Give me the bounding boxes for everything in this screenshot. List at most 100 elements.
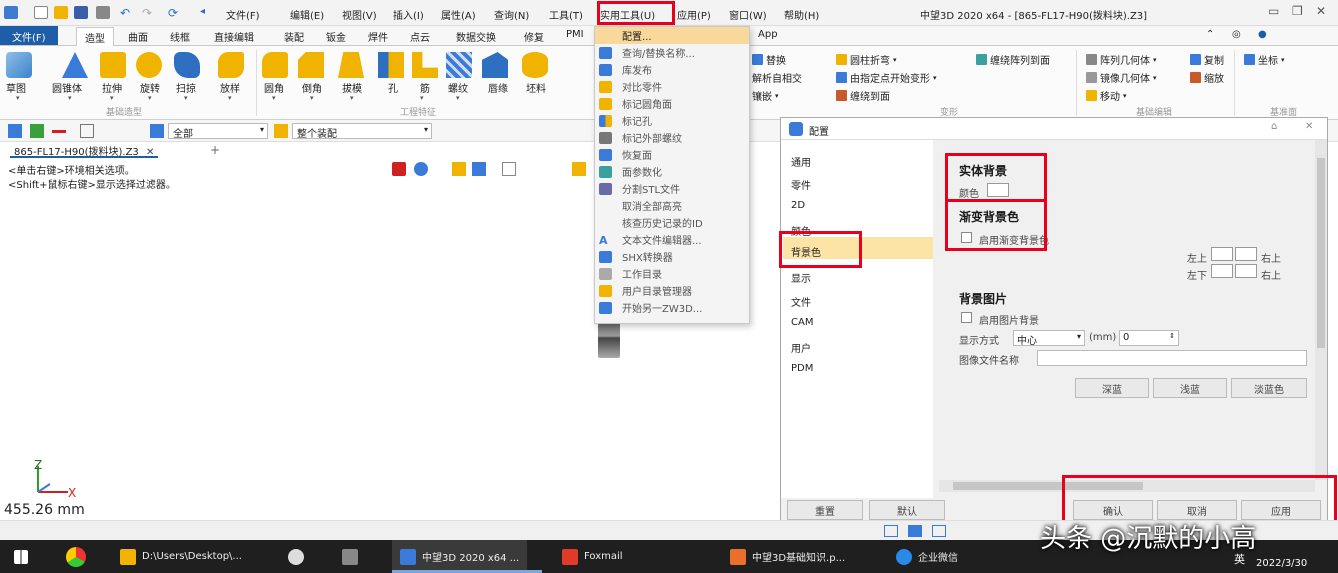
tool-lip[interactable]: 唇缘 [488,80,508,95]
fillet-icon[interactable] [262,52,288,78]
help-icon[interactable]: ● [1258,29,1267,40]
preset-dark-blue-button[interactable]: 深蓝 [1075,378,1149,398]
save-icon[interactable] [74,6,88,19]
document-tab[interactable]: 865-FL17-H90(拨料块).Z3 ✕ [10,142,159,158]
clock-date[interactable]: 2022/3/30 [1256,558,1307,569]
taskbar-ppt[interactable]: 中望3D基础知识.p... [730,540,845,573]
taskbar-wecom[interactable]: 企业微信 [896,540,958,573]
nav-cam[interactable]: CAM [791,317,813,328]
tab-repair[interactable]: 修复 [524,29,544,44]
tool-thread[interactable]: 螺纹 [448,80,468,95]
assembly-icon[interactable] [274,124,288,138]
top-left-swatch[interactable] [1211,247,1233,261]
menu-apps[interactable]: 应用(P) [677,7,711,22]
tab-app[interactable]: App [758,29,778,40]
tab-sheetmetal[interactable]: 钣金 [326,29,346,44]
revolve-icon[interactable] [136,52,162,78]
nav-file[interactable]: 文件 [791,294,811,309]
tool-wrap-pattern-to-face[interactable]: 缠绕阵列到面 [976,52,1050,67]
tool-mirror-geometry[interactable]: 镜像几何体 ▾ [1086,70,1157,85]
taskbar-zw3d[interactable]: 中望3D 2020 x64 ... [392,540,528,573]
nav-display[interactable]: 显示 [791,270,811,285]
menu-item-query-replace-name[interactable]: 查询/替换名称... [595,44,749,61]
tab-assembly[interactable]: 装配 [284,29,304,44]
new-tab-button[interactable]: + [210,143,220,157]
tool-draft[interactable]: 拔模 [342,80,362,95]
menu-item-clear-highlight[interactable]: 取消全部高亮 [595,197,749,214]
tool-sweep[interactable]: 扫掠 [176,80,196,95]
nav-2d[interactable]: 2D [791,200,805,211]
wire-view-icon[interactable] [502,162,516,176]
taskbar-foxmail[interactable]: Foxmail [562,540,623,573]
dialog-pin-icon[interactable]: ⌂ [1271,121,1277,132]
redo-icon[interactable]: ↷ [142,6,156,20]
chamfer-icon[interactable] [298,52,324,78]
tool-pattern-geometry[interactable]: 阵列几何体 ▾ [1086,52,1157,67]
menu-item-mark-external-thread[interactable]: 标记外部螺纹 [595,129,749,146]
rib-icon[interactable] [412,52,438,78]
menu-view[interactable]: 视图(V) [342,7,377,22]
tool-rib[interactable]: 筋 [420,80,430,95]
customize-icon[interactable]: ◂ [200,6,214,19]
menu-help[interactable]: 帮助(H) [784,7,819,22]
menu-item-mark-fillet-faces[interactable]: 标记圆角面 [595,95,749,112]
stock-icon[interactable] [522,52,548,78]
menu-item-text-editor[interactable]: A 文本文件编辑器... [595,231,749,248]
menu-item-start-another-zw3d[interactable]: 开始另一ZW3D... [595,299,749,316]
tool-move[interactable]: 移动 ▾ [1086,88,1127,103]
taskbar-calculator[interactable] [342,540,364,573]
status-icon-2[interactable] [908,525,922,537]
preset-light-blue-button[interactable]: 浅蓝 [1153,378,1227,398]
top-right-swatch[interactable] [1235,247,1257,261]
taskbar-explorer[interactable]: D:\Users\Desktop\... [120,540,242,573]
tool-replace[interactable]: 替换 [752,52,786,67]
nav-pdm[interactable]: PDM [791,363,813,374]
tool-stock[interactable]: 坯料 [526,80,546,95]
nav-part[interactable]: 零件 [791,177,811,192]
thread-icon[interactable] [446,52,472,78]
scope-select[interactable]: 整个装配 ▾ [292,123,432,140]
vertical-scroll-thumb[interactable] [1317,158,1325,348]
menu-attribute[interactable]: 属性(A) [441,7,476,22]
menu-item-shx-converter[interactable]: SHX转换器 [595,248,749,265]
dialog-close-icon[interactable]: ✕ [1305,121,1313,132]
open-folder-icon[interactable] [54,6,68,19]
tool-deform-from-point[interactable]: 由指定点开始变形 ▾ [836,70,937,85]
print-icon[interactable] [96,6,110,19]
tool-revolve[interactable]: 旋转 [140,80,160,95]
menu-tools[interactable]: 工具(T) [549,7,583,22]
tool-copy[interactable]: 复制 [1190,52,1224,67]
cube-view-icon[interactable] [472,162,486,176]
hole-icon[interactable] [378,52,404,78]
tab-modeling[interactable]: 造型 [76,27,114,46]
tab-data-exchange[interactable]: 数据交换 [456,29,496,44]
menu-item-check-history-id[interactable]: 核查历史记录的ID [595,214,749,231]
tool-loft[interactable]: 放样 [220,80,240,95]
reset-button[interactable]: 重置 [787,500,863,520]
tool-emboss[interactable]: 镶嵌 ▾ [752,88,779,104]
tool-fillet[interactable]: 圆角 [264,80,284,95]
lip-icon[interactable] [482,52,508,78]
close-tab-icon[interactable]: ✕ [146,147,154,158]
select-icon[interactable] [8,124,22,138]
settings-icon[interactable]: ◎ [1232,29,1241,40]
minimize-icon[interactable]: ▭ [1268,4,1279,18]
filter-select[interactable]: 全部 ▾ [168,123,268,140]
nav-user[interactable]: 用户 [791,340,811,355]
ribbon-collapse-icon[interactable]: ⌃ [1206,29,1214,40]
menu-item-user-directory-manager[interactable]: 用户目录管理器 [595,282,749,299]
add-icon[interactable] [30,124,44,138]
refresh-icon[interactable]: ⟳ [168,6,182,20]
extrude-icon[interactable] [100,52,126,78]
tab-pmi[interactable]: PMI [566,29,584,40]
menu-query[interactable]: 查询(N) [494,7,529,22]
restore-icon[interactable]: ❐ [1292,4,1303,18]
tab-direct-edit[interactable]: 直接编辑 [214,29,254,44]
sweep-icon[interactable] [174,52,200,78]
menu-item-split-stl[interactable]: 分割STL文件 [595,180,749,197]
tool-wrap-to-face[interactable]: 缠绕到面 [836,88,890,103]
menu-item-restore-faces[interactable]: 恢复面 [595,146,749,163]
shaded-icon[interactable] [452,162,466,176]
menu-item-compare-parts[interactable]: 对比零件 [595,78,749,95]
render-mode-icon[interactable] [414,162,428,176]
